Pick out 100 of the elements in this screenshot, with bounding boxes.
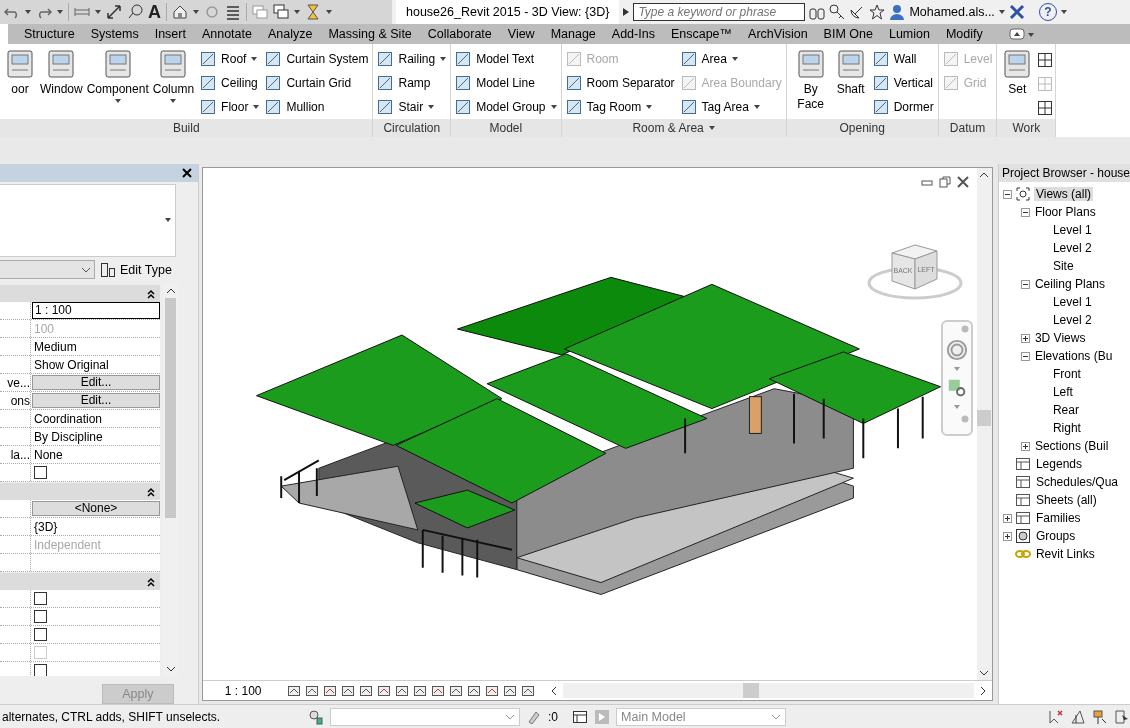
view-control-icon[interactable] [520,683,535,698]
scroll-thumb[interactable] [165,298,176,519]
view-control-icon[interactable] [322,683,337,698]
tree-item[interactable]: Level 1 [1050,223,1094,238]
model-dropdown[interactable]: Main Model [616,707,786,726]
ribbon-tab[interactable]: Modify [937,24,991,44]
tree-item[interactable]: Rear [1050,403,1081,418]
ribbon-tab[interactable]: Collaborate [419,24,500,44]
switch-windows-icon[interactable] [273,4,289,20]
expander-icon[interactable] [1002,531,1012,541]
tag-icon[interactable] [127,4,143,20]
view-control-icon[interactable] [304,683,319,698]
ribbon-button[interactable]: Wall [870,48,936,70]
scroll-thumb[interactable] [742,683,759,699]
ribbon-button[interactable]: oor [2,46,38,120]
view-control-icon[interactable] [448,683,463,698]
steering-wheel-icon[interactable] [945,339,968,362]
tree-item[interactable]: 3D Views [1032,331,1088,346]
tree-item[interactable]: Sheets (all) [1033,493,1099,508]
key-icon[interactable] [829,4,846,20]
table-icon[interactable] [572,708,588,725]
expander-icon[interactable] [1020,351,1030,361]
ribbon-tab[interactable]: Analyze [259,24,321,44]
expander-icon[interactable] [1020,441,1030,451]
user-icon[interactable] [889,4,906,20]
ribbon-tab[interactable]: Structure [16,24,83,44]
view-control-icon[interactable] [376,683,391,698]
tree-item[interactable]: Schedules/Qua [1033,475,1120,490]
select-links-icon[interactable] [1048,708,1064,725]
tree-item[interactable]: Groups [1033,529,1078,544]
view-control-icon[interactable] [484,683,499,698]
ribbon-tab[interactable]: Add-Ins [603,24,663,44]
close-icon[interactable] [956,176,969,189]
expander-icon[interactable] [1020,207,1030,217]
expander-icon[interactable] [1020,279,1030,289]
edit-button[interactable]: Edit... [32,393,160,409]
tree-item[interactable]: Left [1050,385,1075,400]
close-icon[interactable] [181,167,192,178]
ribbon-button[interactable]: Mullion [263,96,371,118]
user-name[interactable]: Mohamed.als... [909,5,995,19]
tree-item[interactable]: Families [1033,511,1083,526]
restore-icon[interactable] [938,176,951,189]
ribbon-tab[interactable]: Lumion [880,24,938,44]
ribbon-button[interactable]: Ramp [375,72,449,94]
ribbon-button[interactable]: Tag Area [678,96,784,118]
select-pinned-icon[interactable] [1092,708,1108,725]
ribbon-tab[interactable]: BIM One [815,24,881,44]
checkbox[interactable] [34,466,47,480]
checkbox[interactable] [34,628,47,642]
tree-item[interactable]: Front [1050,367,1083,382]
tree-item[interactable]: Level 2 [1050,241,1094,256]
minimize-ribbon-icon[interactable] [1008,28,1035,40]
caret-icon[interactable] [57,10,63,14]
ribbon-button[interactable]: Ceiling [198,72,262,94]
ribbon-button[interactable]: Set [999,46,1036,120]
ribbon-button[interactable]: By Face [788,46,833,120]
scroll-thumb[interactable] [977,410,992,427]
tree-item[interactable]: Elevations (Bu [1032,349,1115,364]
ribbon-button[interactable]: Model Text [453,48,559,70]
ribbon-button[interactable]: Component [84,46,151,120]
view-control-icon[interactable] [358,683,373,698]
section-header[interactable] [0,285,160,303]
checkbox[interactable] [34,664,47,677]
ribbon-button[interactable]: Area [678,48,784,70]
ribbon-tab[interactable]: Manage [542,24,604,44]
view-control-icon[interactable] [340,683,355,698]
scroll-down-icon[interactable] [979,670,990,677]
tree-item[interactable]: Floor Plans [1032,205,1098,220]
collapse-icon[interactable] [146,576,156,587]
ribbon-button[interactable]: Model Line [453,72,559,94]
filter-icon[interactable] [308,708,324,725]
hourglass-icon[interactable] [305,4,321,20]
text-tool[interactable]: A [148,1,161,23]
scroll-down-icon[interactable] [165,666,176,673]
tree-item[interactable]: Legends [1033,457,1084,472]
view-control-icon[interactable] [394,683,409,698]
view-control-icon[interactable] [412,683,427,698]
ribbon-tab[interactable]: ArchVision [740,24,816,44]
scroll-left-icon[interactable] [550,685,557,696]
select-underlay-icon[interactable] [1070,708,1086,725]
checkbox[interactable] [34,592,47,606]
ribbon-button[interactable]: Roof [198,48,262,70]
tree-item[interactable]: Sections (Buil [1032,439,1111,454]
caret-icon[interactable] [326,10,332,14]
caret-icon[interactable] [708,126,715,131]
tree-item[interactable]: Site [1050,259,1076,274]
ribbon-tab[interactable]: Annotate [193,24,260,44]
view-control-icon[interactable] [430,683,445,698]
ribbon-tab[interactable]: View [499,24,543,44]
ribbon-button[interactable]: Column [150,46,197,120]
caret-icon[interactable] [998,10,1005,14]
ribbon-tab[interactable]: Systems [82,24,147,44]
ribbon-button[interactable]: Dormer [870,96,936,118]
caret-icon[interactable] [25,10,31,14]
scroll-up-icon[interactable] [165,288,176,295]
scrollbar[interactable] [976,168,992,681]
edit-button[interactable]: Edit... [32,375,160,391]
expander-icon[interactable] [1020,333,1030,343]
tree-item[interactable]: Right [1050,421,1083,436]
ribbon-tab[interactable]: Insert [146,24,194,44]
